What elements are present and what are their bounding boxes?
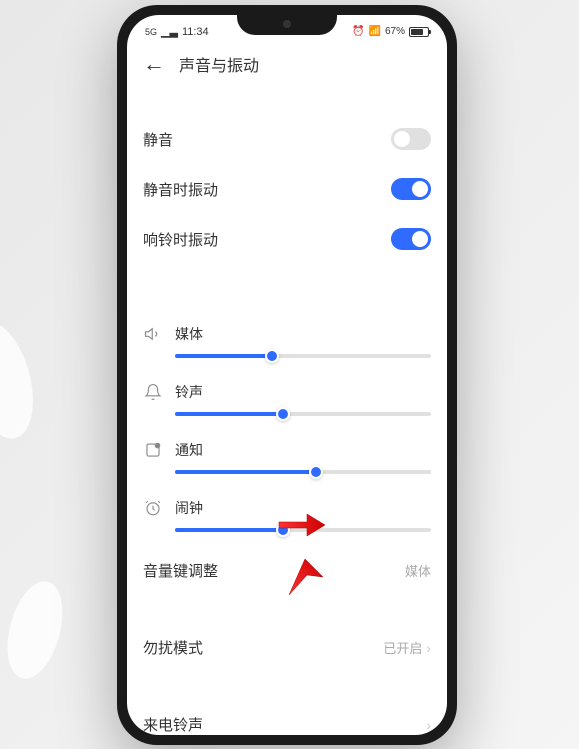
vibrate-ring-row: 响铃时振动 (143, 214, 431, 264)
chevron-right-icon: › (426, 640, 431, 656)
volume-key-label: 音量键调整 (143, 560, 218, 581)
back-button[interactable]: ← (143, 53, 165, 75)
battery-percent: 67% (385, 26, 405, 37)
title-bar: ← 声音与振动 (127, 42, 447, 90)
incoming-ringtone-row[interactable]: 来电铃声 › (143, 698, 431, 735)
message-icon (143, 440, 163, 460)
alarm-slider-section: 闹钟 (143, 486, 431, 544)
bell-icon (143, 382, 163, 402)
incoming-ringtone-label: 来电铃声 (143, 714, 203, 735)
clock-icon (143, 498, 163, 518)
battery-icon (409, 27, 429, 37)
mute-row: 静音 (143, 114, 431, 164)
ringtone-slider[interactable] (175, 412, 431, 416)
vibrate-mute-row: 静音时振动 (143, 164, 431, 214)
signal-strength-icon: ▁▃ (161, 25, 178, 38)
phone-frame: 5G ▁▃ 11:34 ⏰ 📶 67% ← 声音与振动 静音 (117, 5, 457, 745)
alarm-status-icon: ⏰ (352, 26, 364, 37)
dnd-label: 勿扰模式 (143, 637, 203, 658)
status-time: 11:34 (182, 26, 209, 38)
phone-notch (237, 15, 337, 35)
phone-screen: 5G ▁▃ 11:34 ⏰ 📶 67% ← 声音与振动 静音 (127, 15, 447, 735)
notification-slider-label: 通知 (175, 440, 203, 460)
vibrate-ring-toggle[interactable] (391, 228, 431, 250)
vibrate-mute-toggle[interactable] (391, 178, 431, 200)
alarm-slider-label: 闹钟 (175, 498, 203, 518)
media-slider[interactable] (175, 354, 431, 358)
mute-toggle[interactable] (391, 128, 431, 150)
wifi-icon: 📶 (369, 26, 381, 37)
notification-slider-section: 通知 (143, 428, 431, 486)
media-slider-section: 媒体 (143, 312, 431, 370)
dnd-row[interactable]: 勿扰模式 已开启 › (143, 621, 431, 674)
volume-key-value: 媒体 (405, 561, 431, 580)
dnd-value: 已开启 (383, 638, 422, 657)
alarm-slider[interactable] (175, 528, 431, 532)
notification-slider[interactable] (175, 470, 431, 474)
ringtone-slider-label: 铃声 (175, 382, 203, 402)
volume-key-row[interactable]: 音量键调整 媒体 (143, 544, 431, 597)
speaker-icon (143, 324, 163, 344)
network-icon: 5G (145, 27, 157, 37)
mute-label: 静音 (143, 129, 173, 150)
page-title: 声音与振动 (179, 52, 259, 76)
vibrate-ring-label: 响铃时振动 (143, 229, 218, 250)
vibrate-mute-label: 静音时振动 (143, 179, 218, 200)
media-slider-label: 媒体 (175, 324, 203, 344)
chevron-right-icon: › (426, 717, 431, 733)
ringtone-slider-section: 铃声 (143, 370, 431, 428)
